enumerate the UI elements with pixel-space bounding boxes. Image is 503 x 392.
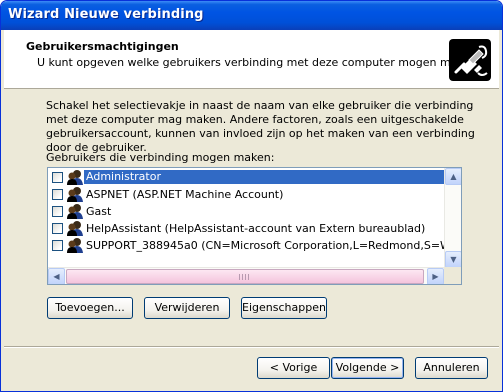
scroll-left-icon[interactable]: ◀ [48,268,65,284]
properties-button[interactable]: Eigenschappen [241,297,327,319]
next-button[interactable]: Volgende > [331,357,404,379]
page-title: Gebruikersmachtigingen [26,40,179,53]
network-connection-wizard-icon [449,39,491,81]
wizard-header: Gebruikersmachtigingen U kunt opgeven we… [4,30,499,89]
user-icon [66,186,84,203]
user-name: HelpAssistant (HelpAssistant-account van… [86,222,426,235]
scrollbar-corner [444,267,461,284]
list-item[interactable]: HelpAssistant (HelpAssistant-account van… [49,220,444,237]
window-title: Wizard Nieuwe verbinding [8,7,204,22]
users-list-label: Gebruikers die verbinding mogen maken: [46,151,275,164]
list-item[interactable]: ASPNET (ASP.NET Machine Account) [49,186,444,203]
list-item[interactable]: Gast [49,203,444,220]
wizard-window: Wizard Nieuwe verbinding Gebruikersmacht… [0,0,503,392]
horizontal-scroll-thumb[interactable] [66,269,424,284]
remove-user-button[interactable]: Verwijderen [144,297,230,319]
users-list-rows: Administrator ASPNET (ASP.NET Machine Acc… [48,168,444,268]
back-button[interactable]: < Vorige [257,357,330,379]
list-item[interactable]: SUPPORT_388945a0 (CN=Microsoft Corporati… [49,237,444,254]
add-user-button[interactable]: Toevoegen... [47,297,133,319]
cancel-button[interactable]: Annuleren [415,357,488,379]
grip-icon [239,274,249,280]
users-listbox[interactable]: Administrator ASPNET (ASP.NET Machine Acc… [47,167,462,285]
user-icon [66,220,84,237]
page-subtitle: U kunt opgeven welke gebruikers verbindi… [37,56,481,69]
description-text: Schakel het selectievakje in naast de na… [46,99,475,154]
horizontal-scrollbar[interactable]: ◀ ▶ [48,267,444,284]
user-checkbox[interactable] [52,189,63,200]
title-bar[interactable]: Wizard Nieuwe verbinding [1,1,502,30]
user-name: SUPPORT_388945a0 (CN=Microsoft Corporati… [86,239,444,252]
user-icon [66,237,84,254]
user-icon [66,203,84,220]
user-checkbox[interactable] [52,223,63,234]
user-name: Gast [86,205,112,218]
user-checkbox[interactable] [52,240,63,251]
wizard-content: Schakel het selectievakje in naast de na… [4,90,499,345]
user-checkbox[interactable] [52,206,63,217]
scroll-up-icon[interactable]: ▲ [445,168,461,185]
scroll-right-icon[interactable]: ▶ [427,268,444,284]
user-name: ASPNET (ASP.NET Machine Account) [86,188,284,201]
list-item[interactable]: Administrator [49,169,444,186]
footer-divider [4,346,499,348]
scroll-down-icon[interactable]: ▼ [445,251,461,268]
user-checkbox[interactable] [52,172,63,183]
user-icon [66,169,84,186]
vertical-scrollbar[interactable]: ▲ ▼ [444,168,461,268]
user-name: Administrator [84,170,444,184]
